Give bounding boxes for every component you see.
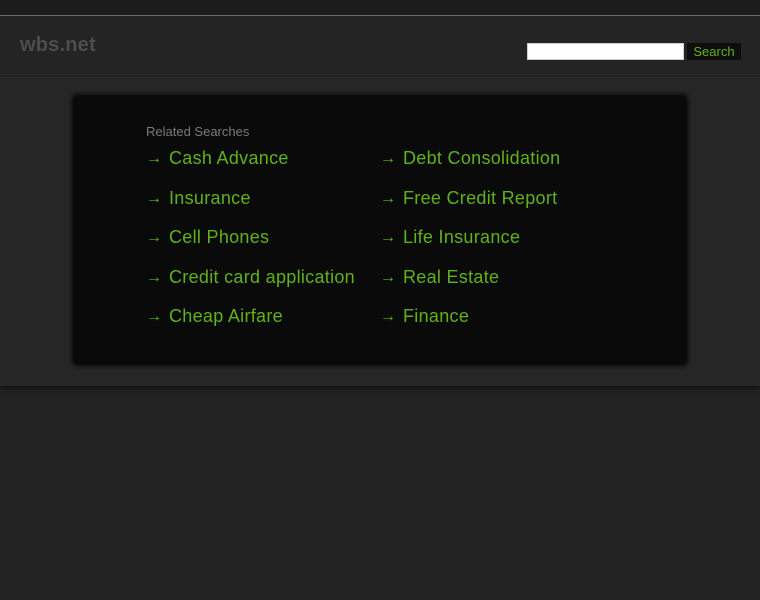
- arrow-right-icon: →: [146, 189, 162, 207]
- related-searches-panel: Related Searches → Cash Advance → Insura…: [72, 94, 688, 366]
- related-link-cheap-airfare[interactable]: → Cheap Airfare: [146, 306, 283, 327]
- site-logo[interactable]: wbs.net: [20, 34, 96, 57]
- related-link-cell-phones[interactable]: → Cell Phones: [146, 227, 269, 248]
- header: wbs.net Search: [0, 16, 760, 75]
- arrow-right-icon: →: [380, 268, 396, 286]
- related-link-label[interactable]: Insurance: [169, 188, 251, 209]
- related-link-debt-consolidation[interactable]: → Debt Consolidation: [380, 148, 561, 169]
- main-content: Related Searches → Cash Advance → Insura…: [0, 76, 760, 386]
- related-link-label[interactable]: Finance: [403, 306, 469, 327]
- related-link-life-insurance[interactable]: → Life Insurance: [380, 227, 520, 248]
- related-link-real-estate[interactable]: → Real Estate: [380, 267, 499, 288]
- search-input[interactable]: [527, 43, 684, 60]
- arrow-right-icon: →: [380, 307, 396, 325]
- related-link-label[interactable]: Cheap Airfare: [169, 306, 283, 327]
- related-link-free-credit-report[interactable]: → Free Credit Report: [380, 188, 557, 209]
- related-link-label[interactable]: Debt Consolidation: [403, 148, 561, 169]
- related-link-label[interactable]: Life Insurance: [403, 227, 520, 248]
- related-link-cash-advance[interactable]: → Cash Advance: [146, 148, 289, 169]
- arrow-right-icon: →: [146, 307, 162, 325]
- arrow-right-icon: →: [380, 228, 396, 246]
- arrow-right-icon: →: [146, 228, 162, 246]
- arrow-right-icon: →: [146, 149, 162, 167]
- related-link-credit-card-application[interactable]: → Credit card application: [146, 267, 355, 288]
- related-link-label[interactable]: Cash Advance: [169, 148, 289, 169]
- arrow-right-icon: →: [380, 149, 396, 167]
- arrow-right-icon: →: [380, 189, 396, 207]
- related-link-label[interactable]: Cell Phones: [169, 227, 269, 248]
- related-link-label[interactable]: Real Estate: [403, 267, 499, 288]
- top-strip: [0, 0, 760, 16]
- arrow-right-icon: →: [146, 268, 162, 286]
- related-link-label[interactable]: Credit card application: [169, 267, 355, 288]
- search-button[interactable]: Search: [687, 43, 741, 60]
- related-link-finance[interactable]: → Finance: [380, 306, 469, 327]
- related-searches-heading: Related Searches: [146, 124, 250, 139]
- related-link-insurance[interactable]: → Insurance: [146, 188, 251, 209]
- related-link-label[interactable]: Free Credit Report: [403, 188, 557, 209]
